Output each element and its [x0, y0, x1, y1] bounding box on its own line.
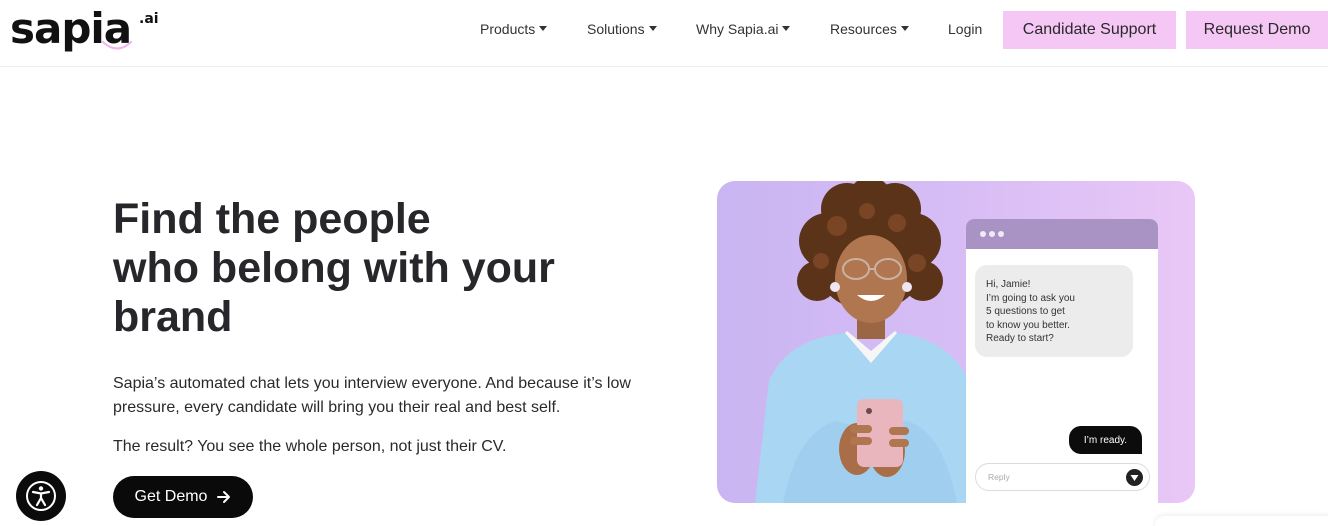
hero-title-line-3: brand	[113, 293, 233, 341]
window-dot-icon	[998, 231, 1004, 237]
nav-products[interactable]: Products	[480, 21, 548, 37]
nav-resources[interactable]: Resources	[830, 21, 909, 37]
chat-message-incoming: Hi, Jamie! I’m going to ask you 5 questi…	[975, 265, 1133, 357]
accessibility-icon	[26, 481, 56, 511]
caret-down-icon	[900, 25, 909, 31]
nav-login-label: Login	[948, 21, 983, 37]
nav-login[interactable]: Login	[948, 21, 982, 37]
logo-suffix: .ai	[139, 11, 159, 27]
hero-result-text: The result? You see the whole person, no…	[113, 438, 507, 455]
nav-products-label: Products	[480, 21, 536, 37]
hero-image: Hi, Jamie! I’m going to ask you 5 questi…	[717, 181, 1195, 503]
hero-title-line-2: who belong with your	[113, 244, 555, 292]
get-demo-label: Get Demo	[134, 488, 208, 505]
nav-why-sapia-label: Why Sapia.ai	[696, 21, 779, 37]
get-demo-button[interactable]: Get Demo	[113, 476, 253, 518]
chat-titlebar	[966, 219, 1158, 249]
logo-smile-icon	[101, 40, 133, 50]
caret-down-icon	[648, 25, 657, 31]
sapia-logo[interactable]: sapia .ai	[10, 3, 160, 59]
request-demo-button[interactable]: Request Demo	[1186, 11, 1328, 49]
arrow-right-icon	[217, 491, 231, 503]
window-dot-icon	[989, 231, 995, 237]
hero-title-line-1: Find the people	[113, 195, 431, 243]
candidate-support-button[interactable]: Candidate Support	[1003, 11, 1176, 49]
chat-reply-input: Reply	[975, 463, 1150, 491]
window-dot-icon	[980, 231, 986, 237]
hero-description: Sapia’s automated chat lets you intervie…	[113, 375, 631, 416]
floating-card	[1155, 516, 1328, 526]
caret-down-icon	[782, 25, 791, 31]
page: sapia .ai Products Solutions Why Sapia.a…	[0, 0, 1328, 526]
site-header: sapia .ai Products Solutions Why Sapia.a…	[0, 0, 1328, 67]
nav-why-sapia[interactable]: Why Sapia.ai	[696, 21, 791, 37]
caret-down-icon	[539, 25, 548, 31]
nav-resources-label: Resources	[830, 21, 897, 37]
send-icon	[1126, 469, 1143, 486]
hero-title: Find the people who belong with your bra…	[113, 195, 633, 342]
accessibility-button[interactable]	[16, 471, 66, 521]
nav-solutions[interactable]: Solutions	[587, 21, 657, 37]
chat-window: Hi, Jamie! I’m going to ask you 5 questi…	[966, 219, 1158, 503]
chat-message-outgoing: I’m ready.	[1069, 426, 1142, 454]
chat-reply-placeholder: Reply	[988, 472, 1010, 482]
nav-solutions-label: Solutions	[587, 21, 645, 37]
